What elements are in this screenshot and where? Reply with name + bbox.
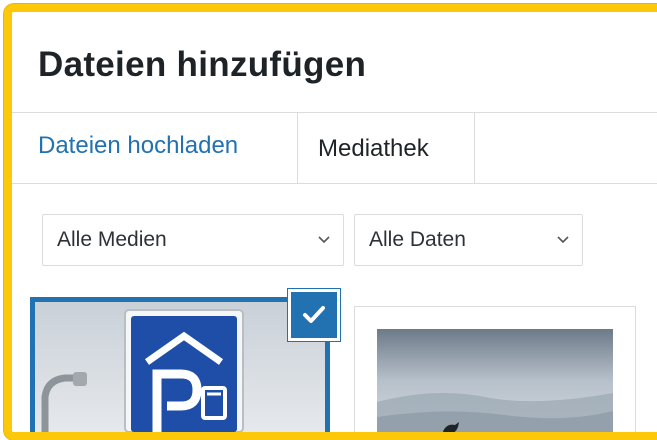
parking-sign-image bbox=[35, 302, 325, 432]
media-type-filter[interactable]: Alle Medien bbox=[42, 214, 344, 266]
bird-landscape-image bbox=[355, 307, 635, 432]
chevron-down-icon bbox=[317, 215, 331, 286]
date-filter-value: Alle Daten bbox=[369, 228, 466, 251]
chevron-down-icon bbox=[556, 215, 570, 286]
date-filter[interactable]: Alle Daten bbox=[354, 214, 583, 266]
modal-header: Dateien hinzufügen bbox=[12, 12, 657, 113]
tab-upload-files[interactable]: Dateien hochladen bbox=[38, 110, 238, 182]
media-type-filter-value: Alle Medien bbox=[57, 228, 167, 251]
attachment-thumbnail[interactable] bbox=[354, 306, 636, 432]
page-title: Dateien hinzufügen bbox=[38, 45, 367, 84]
media-library-panel: Alle Medien Alle Daten bbox=[12, 183, 657, 432]
selected-check-icon[interactable] bbox=[288, 289, 340, 341]
attachment-thumbnail-selected[interactable] bbox=[30, 297, 330, 432]
tab-media-library[interactable]: Mediathek bbox=[297, 112, 475, 184]
media-modal: Dateien hinzufügen Dateien hochladen Med… bbox=[4, 4, 657, 440]
